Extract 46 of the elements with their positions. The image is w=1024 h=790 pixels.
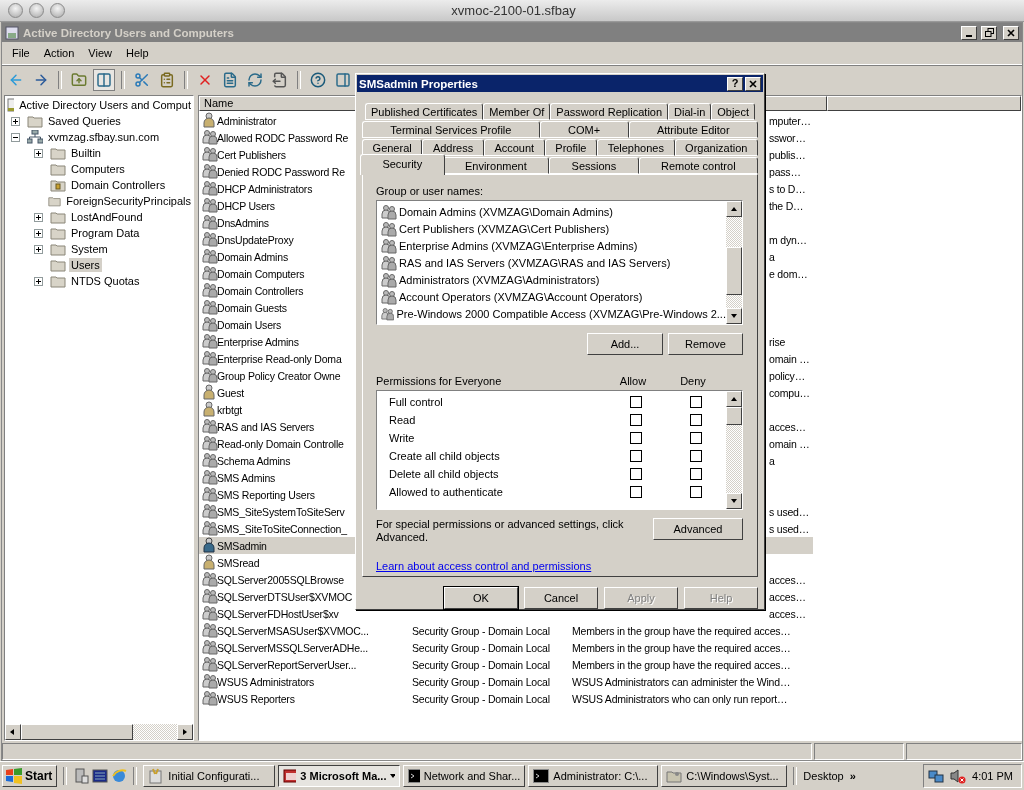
advanced-note: For special permissions or advanced settings, click Advanced. — [376, 518, 625, 545]
description-cell: Members in the group have the required acces… — [572, 642, 791, 654]
description-cell: policy… — [769, 370, 805, 382]
description-cell: s used… — [769, 506, 810, 518]
window-title: xvmoc-2100-01.sfbay — [450, 3, 577, 18]
dialog-title: SMSadmin Properties — [359, 77, 479, 90]
description-cell: a — [769, 455, 775, 467]
description-cell: e dom… — [769, 268, 808, 280]
description-cell: acces… — [769, 421, 806, 433]
description-cell: rise — [769, 336, 786, 348]
description-cell: compu… — [769, 387, 810, 399]
permission-label: Allowed to authenticate — [389, 486, 504, 499]
description-cell: acces… — [769, 608, 806, 620]
description-cell: acces… — [769, 591, 806, 603]
permission-label: Write — [389, 432, 416, 445]
description-cell: s used… — [769, 523, 810, 535]
description-cell: a — [769, 251, 775, 263]
description-cell: mputer… — [769, 115, 811, 127]
description-cell: the D… — [769, 200, 804, 212]
permission-label: Delete all child objects — [389, 468, 500, 481]
permission-label: Create all child objects — [389, 450, 501, 463]
description-cell: Members in the group have the required acces… — [572, 625, 791, 637]
description-cell: Members in the group have the required acces… — [572, 659, 791, 671]
description-cell: acces… — [769, 574, 806, 586]
description-cell: publis… — [769, 149, 806, 161]
description-cell: omain … — [769, 438, 810, 450]
description-cell: WSUS Administrators can administer the Wind… — [572, 676, 791, 688]
field-label: Group or user names: — [376, 185, 484, 198]
column-header: Allow — [618, 375, 648, 388]
type-cell: Security Group - Domain Local — [412, 642, 550, 654]
type-cell: Security Group - Domain Local — [412, 693, 550, 705]
field-label: Permissions for Everyone — [376, 375, 503, 388]
type-cell: Security Group - Domain Local — [412, 676, 550, 688]
description-cell: sswor… — [769, 132, 806, 144]
description-cell: s to D… — [769, 183, 806, 195]
description-cell: pass… — [769, 166, 801, 178]
description-cell: WSUS Administrators who can only run report… — [572, 693, 788, 705]
permission-label: Full control — [389, 396, 444, 409]
description-cell: m dyn… — [769, 234, 807, 246]
window-title: Active Directory Users and Computers — [23, 26, 235, 39]
description-cell: omain … — [769, 353, 810, 365]
permission-label: Read — [389, 414, 417, 427]
type-cell: Security Group - Domain Local — [412, 659, 550, 671]
type-cell: Security Group - Domain Local — [412, 625, 550, 637]
column-header: Deny — [679, 375, 707, 388]
clock: 4:01 PM — [972, 770, 1013, 782]
